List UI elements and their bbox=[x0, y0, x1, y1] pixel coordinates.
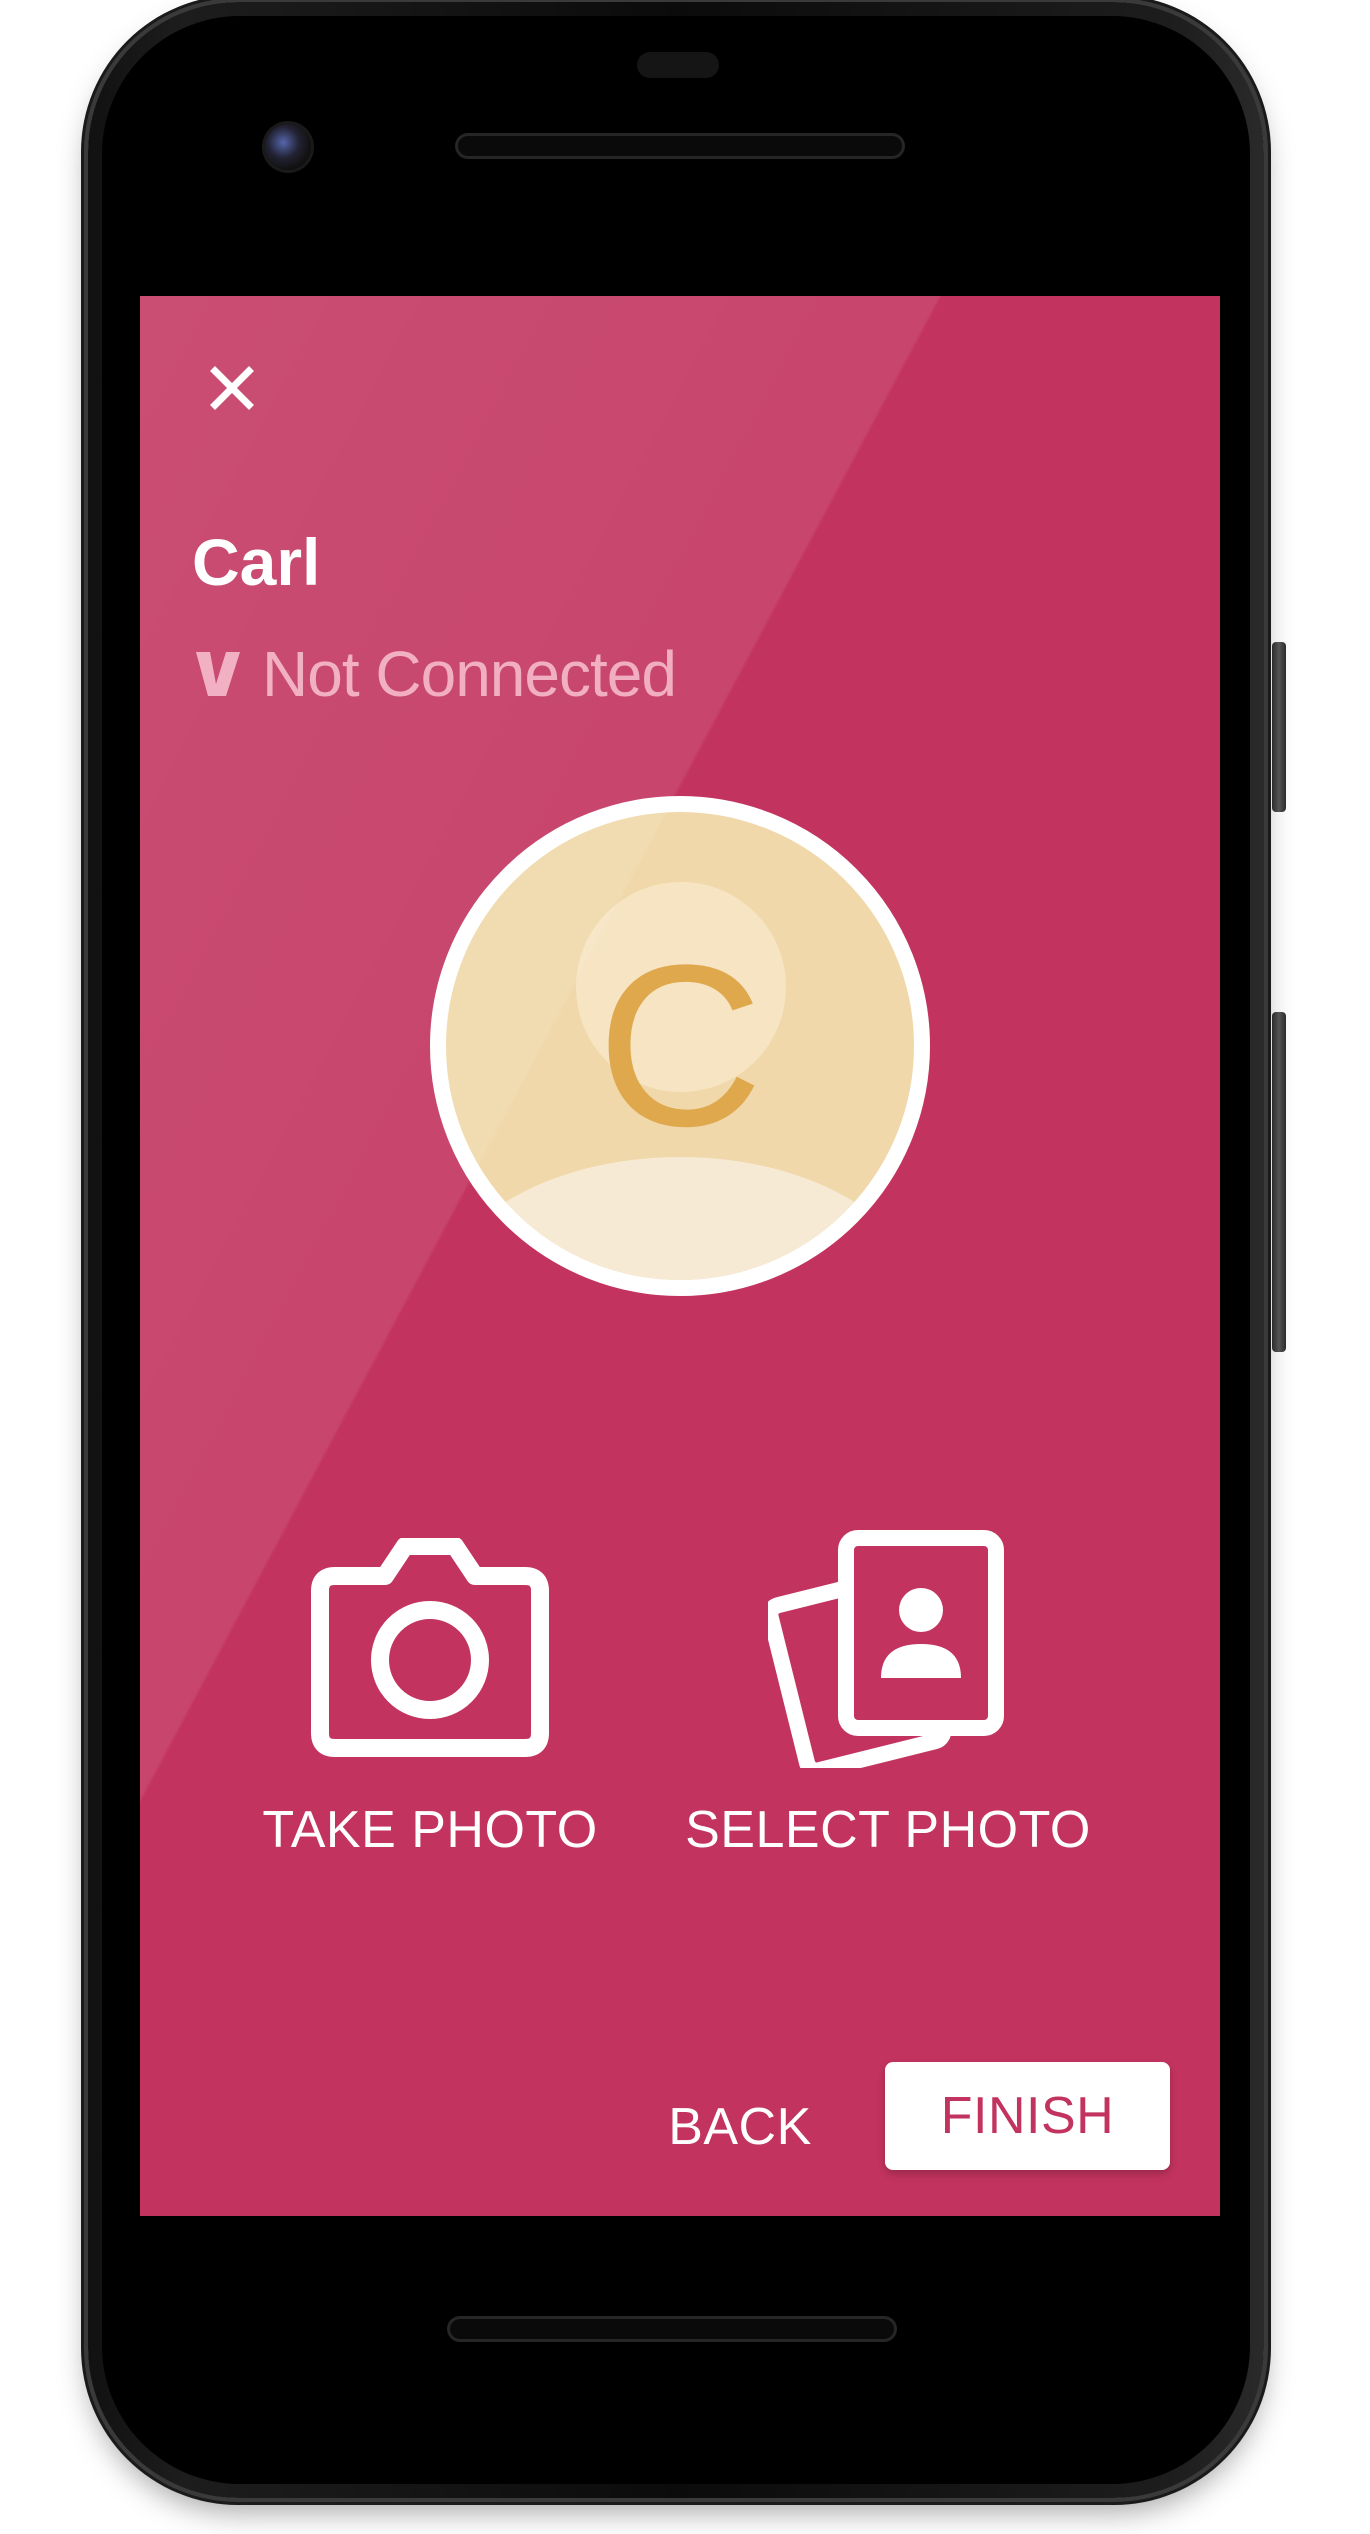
close-button[interactable] bbox=[192, 348, 272, 428]
power-button bbox=[1272, 642, 1286, 812]
proximity-sensor bbox=[637, 52, 719, 78]
status-text: Not Connected bbox=[262, 638, 677, 710]
avatar-initial: C bbox=[596, 917, 764, 1174]
photo-stack-icon bbox=[768, 1530, 1004, 1768]
camera-icon bbox=[311, 1538, 549, 1757]
finish-button[interactable]: FINISH bbox=[885, 2062, 1170, 2170]
app-screen: Carl Not Connected C TAKE PHOTO SELECT P… bbox=[140, 296, 1220, 2216]
back-button[interactable]: BACK bbox=[650, 2072, 830, 2182]
front-camera bbox=[265, 124, 311, 170]
connection-status: Not Connected bbox=[192, 634, 677, 714]
select-photo-button[interactable]: SELECT PHOTO bbox=[685, 1528, 1091, 1860]
avatar[interactable]: C bbox=[430, 796, 930, 1296]
close-icon bbox=[210, 366, 254, 410]
volume-button bbox=[1272, 1012, 1286, 1352]
contact-name: Carl bbox=[192, 525, 321, 599]
bottom-speaker bbox=[447, 2316, 897, 2342]
take-photo-label: TAKE PHOTO bbox=[262, 1801, 598, 1859]
brand-v-icon bbox=[196, 652, 240, 696]
earpiece-speaker bbox=[455, 133, 905, 159]
take-photo-button[interactable]: TAKE PHOTO bbox=[262, 1528, 597, 1860]
select-photo-label: SELECT PHOTO bbox=[685, 1801, 1091, 1859]
